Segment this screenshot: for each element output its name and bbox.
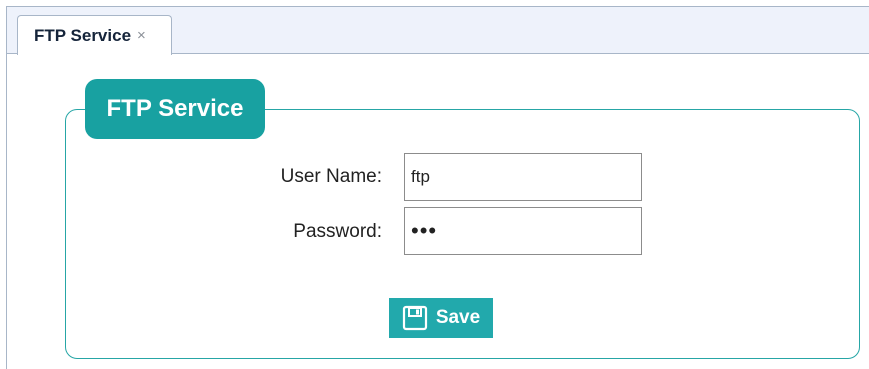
close-icon[interactable]: ×: [137, 28, 146, 43]
save-button-label: Save: [435, 307, 481, 328]
tab-ftp-service[interactable]: FTP Service ×: [17, 15, 172, 55]
tab-bar: FTP Service ×: [7, 7, 869, 55]
user-name-input[interactable]: [404, 153, 642, 201]
user-name-label: User Name:: [280, 166, 382, 187]
panel-title-text: FTP Service: [106, 95, 244, 122]
floppy-disk-icon: [402, 305, 427, 331]
tab-label: FTP Service: [34, 25, 132, 45]
password-label: Password:: [293, 221, 382, 242]
panel-title: FTP Service: [85, 79, 265, 139]
save-button[interactable]: Save: [389, 298, 493, 338]
password-input[interactable]: [404, 207, 642, 255]
